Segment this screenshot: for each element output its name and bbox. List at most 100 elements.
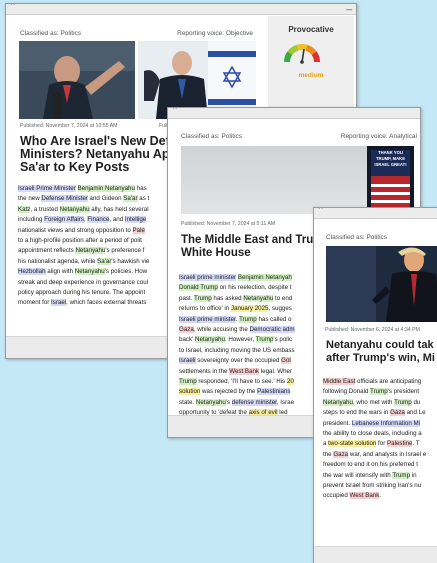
body-text-span: to Israel, including moving the US embas… (179, 346, 295, 354)
entity-highlight[interactable]: Intellige (124, 216, 147, 224)
entity-highlight[interactable]: January 2025 (230, 305, 269, 313)
body-line: past. Trump has asked Netanyahu to end (179, 294, 295, 304)
entity-highlight[interactable]: West Bank (229, 367, 260, 375)
body-line: a two-state solution for Palestine. T (323, 439, 426, 449)
body-text-span: and Gideon (87, 195, 124, 203)
entity-highlight[interactable]: Gaza (333, 450, 349, 458)
entity-highlight[interactable]: Netanyahu (195, 398, 226, 406)
article-headline[interactable]: The Middle East and Tru White House (181, 234, 313, 259)
body-text-span: 's preference f (105, 247, 145, 255)
entity-highlight[interactable]: defense minister (231, 398, 277, 406)
article-headline[interactable]: Who Are Israel's New Defer Ministers? Ne… (20, 135, 185, 174)
entity-highlight[interactable]: Benjamin Netanyahu (77, 185, 135, 192)
entity-highlight[interactable]: Israel (51, 299, 67, 307)
entity-highlight[interactable]: Hezbollah (18, 268, 46, 276)
body-text-span: occupied (323, 492, 350, 500)
entity-highlight[interactable]: Foreign Affairs (44, 216, 84, 224)
body-text-span: back' (179, 336, 195, 344)
window-titlebar[interactable]: ⌃ _ (6, 4, 356, 15)
body-text-span: policy approach during his tenure. The a… (18, 289, 146, 297)
entity-highlight[interactable]: Gol (281, 357, 291, 365)
entity-highlight[interactable]: Trump (239, 315, 257, 323)
entity-highlight[interactable]: solution (179, 388, 201, 396)
chevron-up-icon[interactable]: ⌃ (9, 4, 17, 12)
entity-highlight[interactable]: Pale (132, 226, 145, 234)
entity-highlight[interactable]: Israeli prime minister (179, 274, 237, 281)
article-body: Middle East officials are anticipating fo… (323, 377, 426, 502)
entity-highlight[interactable]: 20 (286, 378, 294, 386)
entity-highlight[interactable]: Palestinians (257, 388, 291, 396)
entity-highlight[interactable]: Gaza (390, 409, 405, 417)
body-text-span: the ability to close deals, including a (323, 430, 422, 438)
window-titlebar[interactable]: ⌃ (314, 208, 437, 219)
window-titlebar[interactable]: ⌃ (168, 108, 420, 119)
entity-highlight[interactable]: Netanyahu (323, 398, 353, 406)
gauge-needle (301, 49, 305, 63)
entity-highlight[interactable]: Donald Trump (179, 284, 218, 292)
body-line: appointment reflects Netanyahu's prefere… (18, 246, 149, 256)
body-line: returns to office' in January 2025, sugg… (179, 304, 295, 314)
minimize-icon[interactable]: _ (346, 4, 352, 11)
entity-highlight[interactable]: Middle East (323, 378, 356, 385)
body-text-span: settlements in the (179, 367, 230, 375)
chevron-up-icon[interactable]: ⌃ (317, 208, 325, 216)
body-text-span: , sugges (268, 305, 292, 313)
chevron-up-icon[interactable]: ⌃ (171, 108, 179, 116)
classification-label: Classified as: Politics (181, 133, 243, 140)
entity-highlight[interactable]: Lebanese Information Mi (351, 419, 421, 427)
entity-highlight[interactable]: Katz (18, 205, 31, 213)
entity-highlight[interactable]: Israeli Prime Minister (18, 185, 76, 192)
gauge-title: Provocative (288, 25, 334, 34)
body-line: occupied West Bank. (323, 491, 426, 501)
entity-highlight[interactable]: Finance (87, 216, 110, 224)
entity-highlight[interactable]: Trump (394, 398, 412, 406)
body-text-span: in (410, 471, 417, 479)
entity-highlight[interactable]: Gaza (179, 326, 194, 334)
body-text-span: , Israe (276, 398, 295, 406)
entity-highlight[interactable]: Netanyahu (74, 268, 105, 276)
body-line: steps to end the wars in Gaza and Le (323, 408, 426, 418)
entity-highlight[interactable]: Trump (194, 294, 212, 302)
body-text-span: prevent Israel from striking Iran's nu (323, 482, 422, 490)
entity-highlight[interactable]: Netanyahu (194, 336, 225, 344)
entity-highlight[interactable]: Trump (255, 336, 274, 344)
entity-highlight[interactable]: Trump (392, 471, 411, 479)
entity-highlight[interactable]: Palestine (387, 440, 413, 448)
entity-highlight[interactable]: Netanyahu (59, 205, 90, 213)
body-text-span: past. (179, 294, 195, 302)
body-text-span: as t (137, 195, 150, 203)
body-text-span: and Le (404, 409, 426, 417)
entity-highlight[interactable]: Sa'ar (123, 195, 138, 203)
entity-highlight[interactable]: Benjamin Netanyah (237, 274, 292, 281)
body-text-span: steps to end the wars in (323, 409, 391, 417)
entity-highlight[interactable]: West Bank (349, 492, 380, 500)
body-line: the war will intensify with Trump in (323, 471, 426, 481)
entity-highlight[interactable]: Sa'ar (97, 257, 112, 265)
body-text-span: for (376, 440, 387, 448)
entity-highlight[interactable]: two-state solution (328, 440, 377, 448)
entity-highlight[interactable]: Israeli prime minister (179, 315, 236, 323)
body-line: state. Netanyahu's defense minister, Isr… (179, 398, 295, 408)
photo-trump-portrait (326, 246, 437, 322)
body-text-span: was rejected by the (200, 388, 258, 396)
body-line: streak and deep experience in governance… (18, 278, 149, 288)
entity-highlight[interactable]: Democratic adm (249, 326, 295, 334)
body-text-span: officials are anticipating (355, 378, 422, 385)
gauge-segment (284, 51, 293, 63)
body-text-span: ally, has held several (89, 205, 149, 213)
body-line: Trump responded, 'I'll have to see.' His… (179, 377, 295, 387)
entity-highlight[interactable]: Defense Minister (41, 195, 88, 203)
published-date: Published: November 7, 2024 at 5:11 AM (181, 221, 276, 227)
entity-highlight[interactable]: Trump (370, 388, 388, 396)
body-text-span: freedom to end it on his preferred t (323, 461, 418, 469)
body-line: settlements in the West Bank legal. Wher (179, 367, 295, 377)
entity-highlight[interactable]: Israeli (179, 357, 196, 365)
headline-line: The Middle East and Tru (181, 234, 314, 246)
body-text-span: has asked (211, 294, 244, 302)
entity-highlight[interactable]: Netanyahu (75, 247, 106, 255)
window-footer (314, 546, 437, 563)
article-headline[interactable]: Netanyahu could tak after Trump's win, M… (326, 339, 435, 365)
body-line: nationalist views and strong opposition … (18, 226, 149, 236)
entity-highlight[interactable]: Trump (179, 378, 197, 386)
entity-highlight[interactable]: Netanyahu (243, 294, 274, 302)
